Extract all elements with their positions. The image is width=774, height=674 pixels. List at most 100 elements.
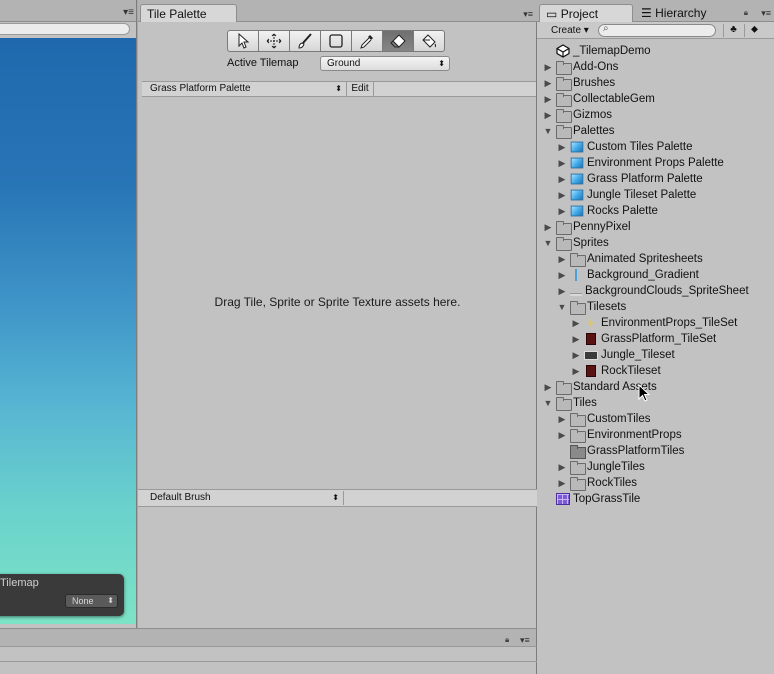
tree-item-label: RockTileset [601, 365, 661, 377]
collapsed-arrow-icon[interactable]: ▶ [571, 318, 581, 329]
tree-item-label: Jungle Tileset Palette [587, 189, 697, 201]
folder-icon [556, 221, 572, 235]
expanded-arrow-icon[interactable]: ▼ [543, 126, 553, 136]
tree-item[interactable]: ▶ RockTileset [537, 363, 774, 379]
tree-item[interactable]: ▶ Environment Props Palette [537, 155, 774, 171]
tab-hierarchy[interactable]: ☰ Hierarchy [635, 4, 735, 22]
tab-tile-palette[interactable]: Tile Palette [140, 4, 237, 22]
expanded-arrow-icon[interactable]: ▼ [543, 398, 553, 408]
tree-item[interactable]: ▶ PennyPixel [537, 219, 774, 235]
collapsed-arrow-icon[interactable]: ▶ [571, 350, 581, 361]
collapsed-arrow-icon[interactable]: ▶ [557, 142, 567, 153]
folder-icon [570, 413, 586, 427]
collapsed-arrow-icon[interactable]: ▶ [543, 110, 553, 121]
folder-icon [556, 93, 572, 107]
collapsed-arrow-icon[interactable]: ▶ [543, 62, 553, 73]
palette-drop-area[interactable]: Drag Tile, Sprite or Sprite Texture asse… [138, 98, 537, 488]
edit-palette-button[interactable]: Edit [347, 82, 374, 96]
panel-menu-icon[interactable]: ▾≡ [761, 8, 771, 19]
project-tab-bar: ▭ Project ☰ Hierarchy 🔒︎ ▾≡ [537, 0, 774, 22]
grayfolder-icon [570, 445, 586, 459]
collapsed-arrow-icon[interactable]: ▶ [557, 430, 567, 441]
tree-item[interactable]: ▶ Jungle_Tileset [537, 347, 774, 363]
brush-header-bar: Default Brush ⬍ [138, 489, 537, 507]
palette-dropdown-value: Grass Platform Palette [150, 83, 251, 94]
tree-item[interactable]: ▶ RockTiles [537, 475, 774, 491]
tilemap-overlay-select[interactable]: None ⬍ [65, 594, 118, 608]
expanded-arrow-icon[interactable]: ▼ [543, 238, 553, 248]
filter-by-label-button[interactable]: ⬥ [744, 24, 764, 37]
tree-item[interactable]: ▼ Tilesets [537, 299, 774, 315]
filter-by-type-button[interactable]: ♣ [723, 24, 743, 37]
tree-item[interactable]: ▶ EnvironmentProps_TileSet [537, 315, 774, 331]
tree-item[interactable]: ▶ Rocks Palette [537, 203, 774, 219]
collapsed-arrow-icon[interactable]: ▶ [557, 270, 567, 281]
project-search-input[interactable]: ⌕ [598, 23, 716, 37]
box-fill-tool-button[interactable] [320, 30, 352, 52]
collapsed-arrow-icon[interactable]: ▶ [571, 334, 581, 345]
panel-menu-icon[interactable]: ▾≡ [523, 9, 533, 20]
move-tool-button[interactable] [258, 30, 290, 52]
tree-item[interactable]: ▶ Add-Ons [537, 59, 774, 75]
brush-dropdown[interactable]: Default Brush ⬍ [144, 491, 344, 505]
tree-item[interactable]: ▼ Palettes [537, 123, 774, 139]
collapsed-arrow-icon[interactable]: ▶ [557, 158, 567, 169]
tree-item[interactable]: ▶ CollectableGem [537, 91, 774, 107]
tree-item[interactable]: ▶ Brushes [537, 75, 774, 91]
paint-tool-button[interactable] [289, 30, 321, 52]
tree-item[interactable]: ▼ Tiles [537, 395, 774, 411]
tree-item[interactable]: ▶ Grass Platform Palette [537, 171, 774, 187]
select-tool-button[interactable] [227, 30, 259, 52]
collapsed-arrow-icon[interactable]: ▶ [557, 414, 567, 425]
tree-item[interactable]: ▶ EnvironmentProps [537, 427, 774, 443]
tree-item-label: CustomTiles [587, 413, 651, 425]
tree-item[interactable]: _TilemapDemo [537, 43, 774, 59]
tree-item[interactable]: GrassPlatformTiles [537, 443, 774, 459]
collapsed-arrow-icon[interactable]: ▶ [571, 366, 581, 377]
tree-item[interactable]: ▶ Custom Tiles Palette [537, 139, 774, 155]
tree-item[interactable]: ▶ CustomTiles [537, 411, 774, 427]
tree-item[interactable]: ▶ Background_Gradient [537, 267, 774, 283]
collapsed-arrow-icon[interactable]: ▶ [557, 206, 567, 217]
tab-project[interactable]: ▭ Project [539, 4, 633, 22]
scene-viewport[interactable] [0, 38, 136, 624]
lock-icon[interactable]: 🔒︎ [744, 8, 748, 18]
panel-menu-icon[interactable]: ▾≡ [123, 7, 134, 18]
lock-icon[interactable]: 🔒︎ [505, 635, 509, 645]
picker-tool-button[interactable] [351, 30, 383, 52]
tree-item[interactable]: TopGrassTile [537, 491, 774, 507]
collapsed-arrow-icon[interactable]: ▶ [557, 254, 567, 265]
tree-item[interactable]: ▶ Animated Spritesheets [537, 251, 774, 267]
scene-view-panel: ▾≡ Tilemap None ⬍ [0, 0, 137, 628]
tree-item-label: Tiles [573, 397, 597, 409]
folder-icon [570, 477, 586, 491]
expanded-arrow-icon[interactable]: ▼ [557, 302, 567, 312]
create-button[interactable]: Create ▾ [543, 24, 593, 37]
palette-dropdown[interactable]: Grass Platform Palette ⬍ [144, 82, 347, 96]
collapsed-arrow-icon[interactable]: ▶ [543, 78, 553, 89]
panel-menu-icon[interactable]: ▾≡ [520, 635, 530, 646]
tree-item[interactable]: ▶ Gizmos [537, 107, 774, 123]
tree-item[interactable]: ▶ GrassPlatform_TileSet [537, 331, 774, 347]
tree-item[interactable]: ▶ JungleTiles [537, 459, 774, 475]
tree-item-label: EnvironmentProps [587, 429, 682, 441]
erase-tool-button[interactable] [382, 30, 414, 52]
collapsed-arrow-icon[interactable]: ▶ [557, 174, 567, 185]
collapsed-arrow-icon[interactable]: ▶ [543, 222, 553, 233]
tree-item[interactable]: ▼ Sprites [537, 235, 774, 251]
collapsed-arrow-icon[interactable]: ▶ [557, 478, 567, 489]
tree-item[interactable]: ▶ BackgroundClouds_SpriteSheet [537, 283, 774, 299]
active-tilemap-value: Ground [327, 58, 361, 69]
scene-search-input[interactable] [0, 23, 130, 35]
active-tilemap-dropdown[interactable]: Ground ⬍ [320, 56, 450, 71]
collapsed-arrow-icon[interactable]: ▶ [543, 382, 553, 393]
eyedropper-icon [360, 35, 373, 49]
collapsed-arrow-icon[interactable]: ▶ [543, 94, 553, 105]
collapsed-arrow-icon[interactable]: ▶ [557, 286, 567, 297]
tree-item[interactable]: ▶ Jungle Tileset Palette [537, 187, 774, 203]
tree-item[interactable]: ▶ Standard Assets [537, 379, 774, 395]
collapsed-arrow-icon[interactable]: ▶ [557, 190, 567, 201]
fill-tool-button[interactable] [413, 30, 445, 52]
tree-item-label: Custom Tiles Palette [587, 141, 693, 153]
collapsed-arrow-icon[interactable]: ▶ [557, 462, 567, 473]
